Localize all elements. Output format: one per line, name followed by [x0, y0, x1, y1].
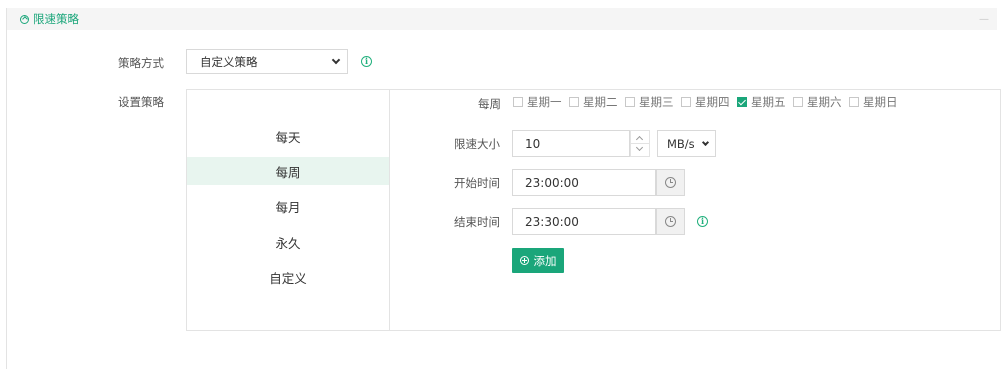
schedule-type-daily[interactable]: 每天 [187, 122, 389, 150]
speed-limit-label: 限速大小 [454, 137, 500, 151]
info-icon[interactable]: i [361, 56, 372, 67]
schedule-type-label: 每周 [275, 164, 301, 180]
checkbox-checked-icon[interactable] [737, 97, 747, 107]
schedule-type-monthly[interactable]: 每月 [187, 192, 389, 220]
speed-unit-value: MB/s [667, 136, 695, 151]
day-label: 星期一 [527, 95, 562, 109]
section-title-text: 限速策略 [33, 12, 79, 26]
day-label: 星期三 [639, 95, 674, 109]
day-checkbox-fri[interactable]: 星期五 [737, 94, 786, 110]
schedule-type-list: 每天 每周 每月 永久 自定义 [187, 90, 390, 330]
day-label: 星期五 [751, 95, 786, 109]
day-checkbox-mon[interactable]: 星期一 [513, 94, 562, 110]
day-label: 星期六 [807, 95, 842, 109]
day-checkbox-sun[interactable]: 星期日 [849, 94, 898, 110]
add-button[interactable]: 添加 [512, 248, 564, 273]
checkbox-icon[interactable] [569, 97, 579, 107]
checkbox-icon[interactable] [681, 97, 691, 107]
caret-down-icon[interactable] [635, 143, 644, 152]
set-policy-label: 设置策略 [118, 95, 164, 109]
schedule-type-custom[interactable]: 自定义 [187, 263, 389, 291]
day-label: 星期日 [863, 95, 898, 109]
day-checkbox-tue[interactable]: 星期二 [569, 94, 618, 110]
start-time-input[interactable]: 23:00:00 [512, 169, 656, 196]
schedule-type-weekly[interactable]: 每周 [187, 157, 389, 185]
day-checkbox-thu[interactable]: 星期四 [681, 94, 730, 110]
end-time-value: 23:30:00 [525, 214, 579, 229]
day-label: 星期四 [695, 95, 730, 109]
schedule-type-label: 永久 [275, 235, 301, 251]
start-time-value: 23:00:00 [525, 175, 579, 190]
chevron-down-icon [701, 138, 710, 146]
schedule-type-label: 自定义 [269, 270, 307, 286]
caret-up-icon[interactable] [635, 135, 644, 144]
chevron-down-icon [331, 55, 341, 65]
day-label: 星期二 [583, 95, 618, 109]
end-time-picker-button[interactable] [656, 208, 685, 235]
add-button-label: 添加 [533, 253, 557, 268]
start-time-label: 开始时间 [454, 176, 500, 190]
checkbox-icon[interactable] [625, 97, 635, 107]
schedule-type-label: 每月 [275, 199, 301, 215]
checkbox-icon[interactable] [849, 97, 859, 107]
schedule-type-label: 每天 [275, 129, 301, 145]
speed-limit-value: 10 [525, 136, 541, 151]
section-header[interactable]: 限速策略 — [7, 8, 997, 30]
section-title: 限速策略 [20, 11, 79, 27]
end-time-label: 结束时间 [454, 215, 500, 229]
speed-stepper[interactable] [630, 130, 650, 157]
weekly-label: 每周 [478, 97, 501, 111]
start-time-picker-button[interactable] [656, 169, 685, 196]
policy-mode-label: 策略方式 [118, 56, 164, 70]
speed-unit-select[interactable]: MB/s [657, 130, 716, 157]
collapse-icon[interactable]: — [979, 14, 989, 25]
policy-mode-value: 自定义策略 [200, 54, 258, 69]
clock-icon [665, 216, 676, 227]
plus-circle-icon [519, 256, 529, 265]
left-rule [6, 8, 7, 369]
clock-icon [665, 177, 676, 188]
checkbox-icon[interactable] [513, 97, 523, 107]
day-checkbox-wed[interactable]: 星期三 [625, 94, 674, 110]
end-time-input[interactable]: 23:30:00 [512, 208, 656, 235]
speed-limit-input[interactable]: 10 [512, 130, 630, 157]
chevron-up-circle-icon [20, 14, 29, 24]
policy-mode-select[interactable]: 自定义策略 [186, 49, 348, 74]
day-checkbox-sat[interactable]: 星期六 [793, 94, 842, 110]
checkbox-icon[interactable] [793, 97, 803, 107]
info-icon[interactable]: i [697, 216, 708, 227]
schedule-type-permanent[interactable]: 永久 [187, 228, 389, 256]
